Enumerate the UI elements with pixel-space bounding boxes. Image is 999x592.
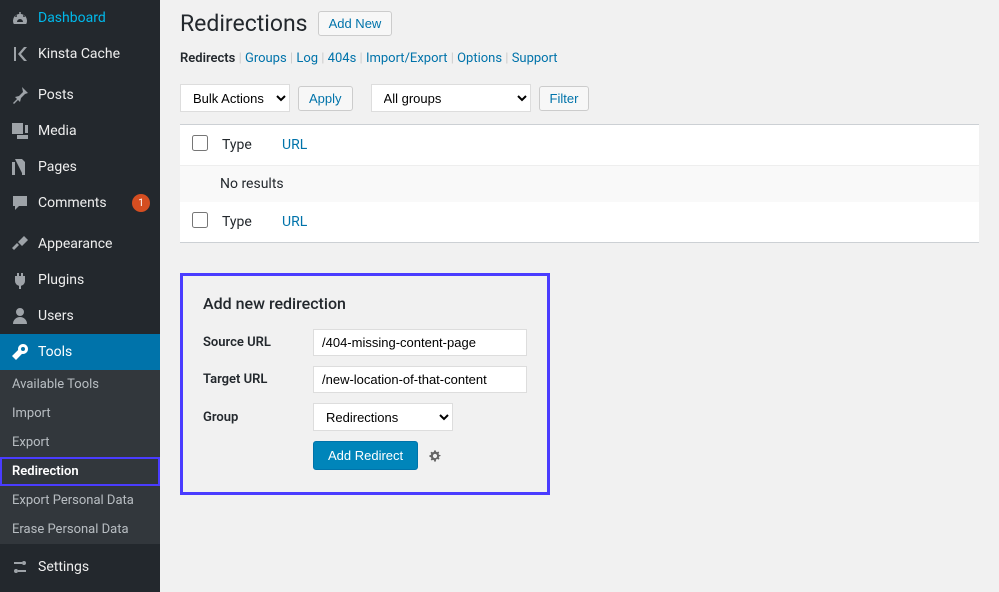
sidebar-item-media[interactable]: Media [0, 113, 160, 149]
source-url-label: Source URL [203, 335, 313, 350]
sidebar-item-pages[interactable]: Pages [0, 149, 160, 185]
redirects-table: Type URL No results Type URL [180, 124, 979, 243]
tab-log[interactable]: Log [296, 51, 318, 66]
tab-404s[interactable]: 404s [328, 51, 357, 66]
sidebar-label: Dashboard [38, 10, 150, 26]
add-new-button[interactable]: Add New [318, 11, 393, 36]
user-icon [10, 306, 30, 326]
sub-export-personal[interactable]: Export Personal Data [0, 486, 160, 515]
admin-sidebar: Dashboard Kinsta Cache Posts Media Pages… [0, 0, 160, 592]
sidebar-item-users[interactable]: Users [0, 298, 160, 334]
sidebar-item-kinsta[interactable]: Kinsta Cache [0, 36, 160, 72]
tab-import-export[interactable]: Import/Export [366, 51, 448, 66]
pages-icon [10, 157, 30, 177]
sidebar-label: Kinsta Cache [38, 46, 150, 62]
target-url-label: Target URL [203, 372, 313, 387]
tabs: Redirects | Groups | Log | 404s | Import… [180, 51, 979, 66]
col-type: Type [222, 214, 282, 230]
sidebar-item-comments[interactable]: Comments 1 [0, 185, 160, 221]
source-url-input[interactable] [313, 329, 527, 356]
appearance-icon [10, 234, 30, 254]
apply-button[interactable]: Apply [298, 86, 353, 111]
dashboard-icon [10, 8, 30, 28]
bulk-actions-select[interactable]: Bulk Actions [180, 84, 290, 112]
sub-export[interactable]: Export [0, 428, 160, 457]
select-all-checkbox-footer[interactable] [192, 212, 208, 228]
page-header: Redirections Add New [180, 10, 979, 37]
comments-badge: 1 [132, 194, 150, 212]
sidebar-item-dashboard[interactable]: Dashboard [0, 0, 160, 36]
sidebar-item-settings[interactable]: Settings [0, 549, 160, 585]
sidebar-label: Settings [38, 559, 150, 575]
media-icon [10, 121, 30, 141]
tab-redirects[interactable]: Redirects [180, 51, 235, 66]
plugin-icon [10, 270, 30, 290]
main-content: Redirections Add New Redirects | Groups … [160, 0, 999, 592]
sidebar-label: Comments [38, 195, 132, 211]
add-redirect-button[interactable]: Add Redirect [313, 441, 418, 470]
sidebar-label: Posts [38, 87, 150, 103]
tab-support[interactable]: Support [512, 51, 558, 66]
sidebar-label: Appearance [38, 236, 150, 252]
sidebar-item-plugins[interactable]: Plugins [0, 262, 160, 298]
no-results-row: No results [180, 166, 979, 202]
col-url[interactable]: URL [282, 137, 307, 153]
sub-redirection[interactable]: Redirection [0, 457, 160, 486]
toolbar: Bulk Actions Apply All groups Filter [180, 84, 979, 112]
table-header-row: Type URL [180, 125, 979, 166]
sub-erase-personal[interactable]: Erase Personal Data [0, 515, 160, 544]
col-url[interactable]: URL [282, 214, 307, 230]
sidebar-label: Users [38, 308, 150, 324]
sidebar-label: Plugins [38, 272, 150, 288]
group-label: Group [203, 410, 313, 425]
tab-groups[interactable]: Groups [245, 51, 287, 66]
col-type: Type [222, 137, 282, 153]
gear-icon[interactable] [428, 449, 442, 463]
form-title: Add new redirection [203, 294, 527, 313]
group-select[interactable]: Redirections [313, 403, 453, 431]
add-redirect-form: Add new redirection Source URL Target UR… [180, 273, 550, 495]
wrench-icon [10, 342, 30, 362]
target-url-input[interactable] [313, 366, 527, 393]
table-footer-row: Type URL [180, 202, 979, 242]
sidebar-submenu: Available Tools Import Export Redirectio… [0, 370, 160, 544]
sidebar-item-tools[interactable]: Tools [0, 334, 160, 370]
settings-icon [10, 557, 30, 577]
filter-button[interactable]: Filter [539, 86, 590, 111]
kinsta-icon [10, 44, 30, 64]
sub-import[interactable]: Import [0, 399, 160, 428]
comment-icon [10, 193, 30, 213]
sidebar-label: Media [38, 123, 150, 139]
tab-options[interactable]: Options [457, 51, 502, 66]
sub-available-tools[interactable]: Available Tools [0, 370, 160, 399]
group-filter-select[interactable]: All groups [371, 84, 531, 112]
sidebar-item-posts[interactable]: Posts [0, 77, 160, 113]
page-title: Redirections [180, 10, 308, 37]
sidebar-label: Tools [38, 344, 150, 360]
sidebar-item-appearance[interactable]: Appearance [0, 226, 160, 262]
pin-icon [10, 85, 30, 105]
sidebar-label: Pages [38, 159, 150, 175]
select-all-checkbox[interactable] [192, 135, 208, 151]
